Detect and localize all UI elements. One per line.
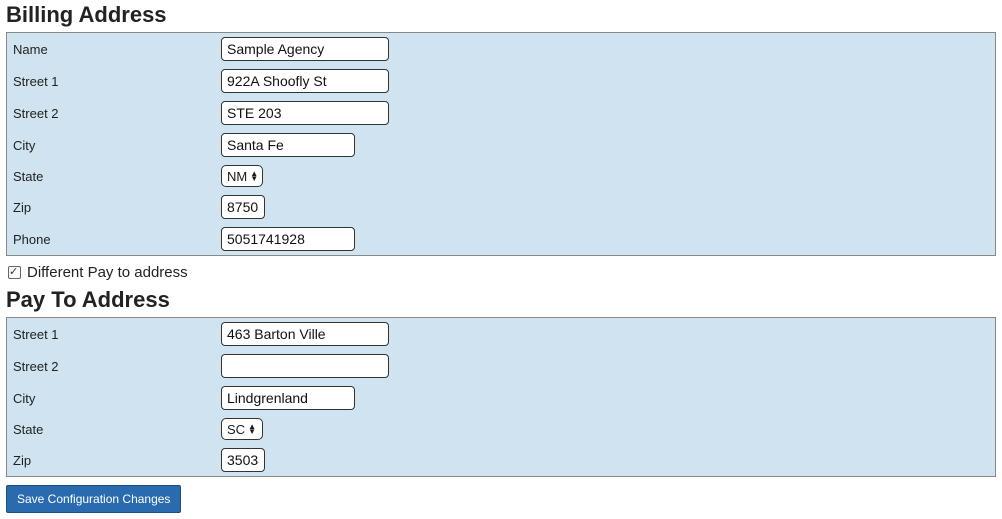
payto-city-row: City [7, 382, 995, 414]
payto-address-panel: Street 1 Street 2 City State SC ▲▼ Zip [6, 317, 996, 477]
billing-city-input[interactable] [221, 133, 355, 157]
payto-address-title: Pay To Address [6, 287, 996, 313]
billing-state-value: NM [227, 169, 250, 184]
different-payto-checkbox[interactable] [8, 266, 21, 279]
billing-name-input[interactable] [221, 37, 389, 61]
billing-name-row: Name [7, 33, 995, 65]
billing-street2-row: Street 2 [7, 97, 995, 129]
billing-address-title: Billing Address [6, 2, 996, 28]
different-payto-label: Different Pay to address [27, 264, 188, 281]
billing-zip-input[interactable] [221, 195, 265, 219]
payto-state-row: State SC ▲▼ [7, 414, 995, 444]
payto-state-label: State [11, 422, 221, 437]
billing-address-panel: Name Street 1 Street 2 City State NM ▲▼ [6, 32, 996, 256]
payto-street2-input[interactable] [221, 354, 389, 378]
select-arrows-icon: ▲▼ [248, 424, 256, 434]
billing-street2-input[interactable] [221, 101, 389, 125]
billing-phone-row: Phone [7, 223, 995, 255]
billing-city-label: City [11, 138, 221, 153]
payto-street1-label: Street 1 [11, 327, 221, 342]
billing-city-row: City [7, 129, 995, 161]
payto-street2-row: Street 2 [7, 350, 995, 382]
payto-street1-input[interactable] [221, 322, 389, 346]
payto-street2-label: Street 2 [11, 359, 221, 374]
billing-street2-label: Street 2 [11, 106, 221, 121]
payto-zip-label: Zip [11, 453, 221, 468]
billing-state-label: State [11, 169, 221, 184]
billing-name-label: Name [11, 42, 221, 57]
payto-state-value: SC [227, 422, 248, 437]
billing-state-select[interactable]: NM ▲▼ [221, 165, 263, 187]
billing-street1-row: Street 1 [7, 65, 995, 97]
payto-street1-row: Street 1 [7, 318, 995, 350]
select-arrows-icon: ▲▼ [250, 171, 258, 181]
payto-state-select[interactable]: SC ▲▼ [221, 418, 263, 440]
billing-street1-input[interactable] [221, 69, 389, 93]
payto-city-label: City [11, 391, 221, 406]
billing-state-row: State NM ▲▼ [7, 161, 995, 191]
billing-zip-label: Zip [11, 200, 221, 215]
billing-zip-row: Zip [7, 191, 995, 223]
billing-phone-input[interactable] [221, 227, 355, 251]
payto-city-input[interactable] [221, 386, 355, 410]
billing-phone-label: Phone [11, 232, 221, 247]
save-configuration-button[interactable]: Save Configuration Changes [6, 485, 181, 513]
different-payto-row: Different Pay to address [6, 264, 996, 281]
payto-zip-input[interactable] [221, 448, 265, 472]
billing-street1-label: Street 1 [11, 74, 221, 89]
payto-zip-row: Zip [7, 444, 995, 476]
